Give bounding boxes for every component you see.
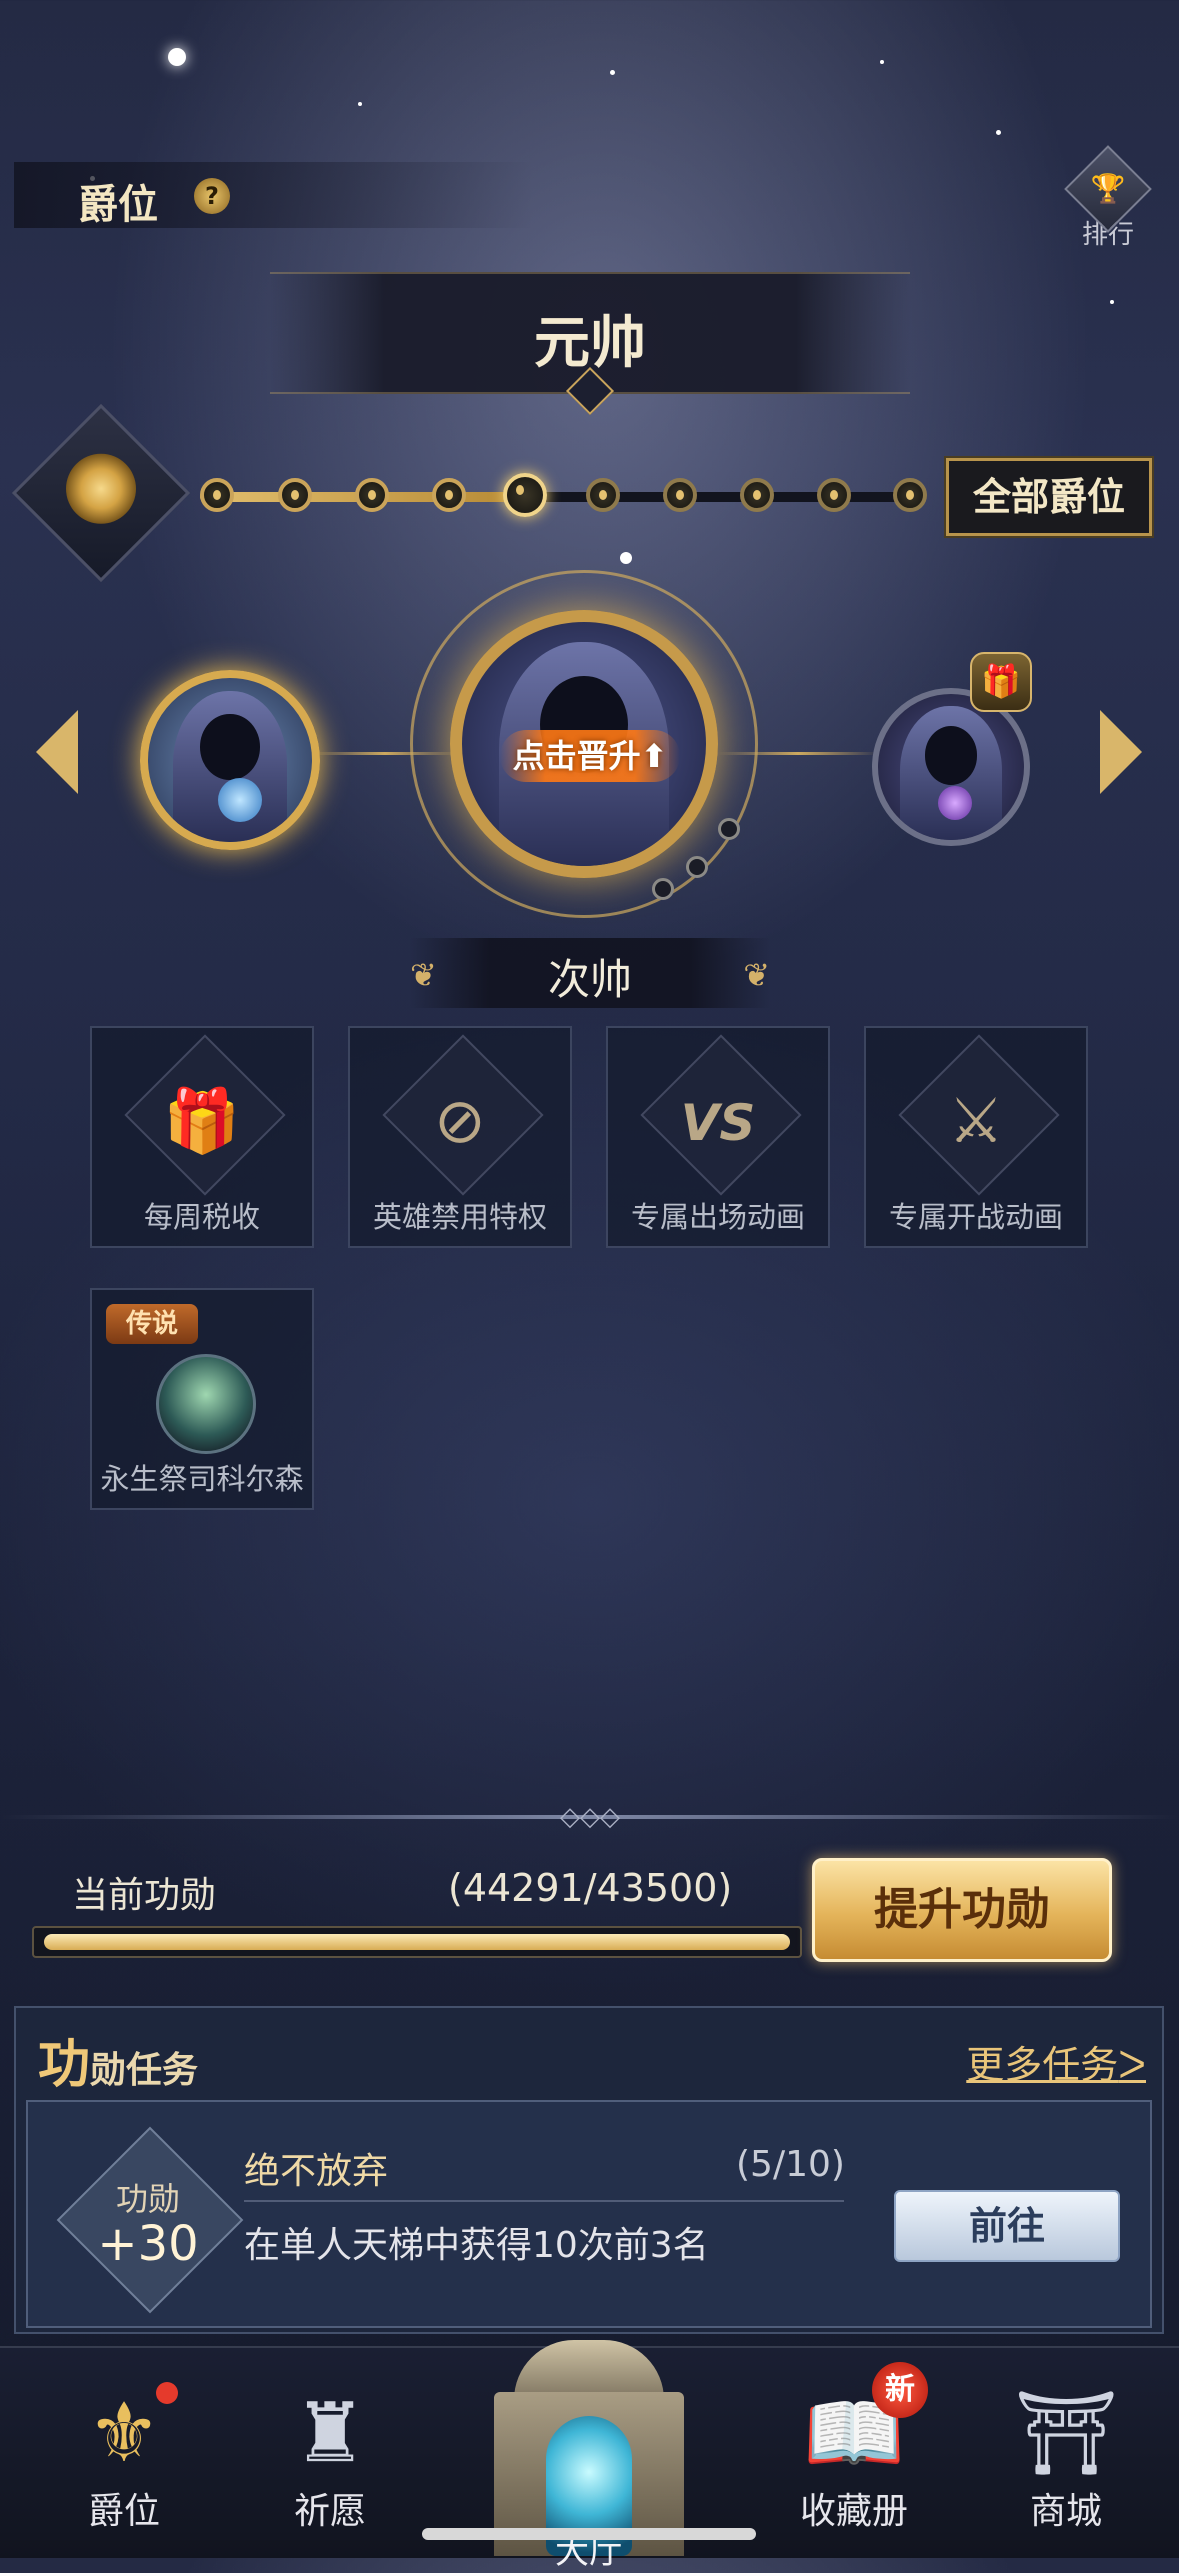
rank-name-plate: ❦ 次帅 ❦ — [410, 938, 770, 1008]
chevron-right-icon: ᐳ — [1118, 2043, 1146, 2087]
promote-label: 点击晋升 — [512, 737, 641, 775]
rank-node[interactable] — [200, 478, 234, 512]
nav-label: 爵位 — [87, 2491, 160, 2532]
more-tasks-label: 更多任务 — [966, 2043, 1119, 2087]
task-reward: 功勋 +30 — [56, 2126, 244, 2314]
task-go-button[interactable]: 前往 — [894, 2190, 1120, 2262]
rank-node[interactable] — [278, 478, 312, 512]
tasks-title-rest: 勋任务 — [90, 2050, 199, 2091]
star — [168, 48, 186, 66]
nav-label: 收藏册 — [799, 2491, 908, 2532]
perk-entrance-animation[interactable]: VS 专属出场动画 — [606, 1026, 830, 1248]
rank-emblem-icon: ⚜ — [87, 2386, 161, 2481]
star — [996, 130, 1001, 135]
perk-label: 英雄禁用特权 — [372, 1200, 547, 1234]
promote-button[interactable]: 点击晋升⬆ — [500, 730, 680, 782]
perk-weekly-tax[interactable]: 🎁 每周税收 — [90, 1026, 314, 1248]
star — [358, 102, 362, 106]
orb-icon — [938, 786, 972, 820]
hero-ban-icon: ⊘ — [434, 1084, 486, 1157]
merit-progress-fill — [44, 1934, 790, 1950]
star — [610, 70, 615, 75]
nav-label: 祈愿 — [293, 2491, 366, 2532]
all-ranks-button[interactable]: 全部爵位 — [944, 456, 1154, 538]
vs-icon: VS — [680, 1094, 756, 1152]
hall-roof — [514, 2340, 664, 2400]
nav-item-rank[interactable]: ⚜ 爵位 — [34, 2384, 214, 2534]
nav-label: 商城 — [1029, 2491, 1102, 2532]
merit-progress-bar — [32, 1926, 802, 1958]
hood-shadow — [924, 726, 978, 785]
perk-hero-skin[interactable]: 传说 永生祭司科尔森 — [90, 1288, 314, 1510]
step-dot — [718, 818, 740, 840]
perk-label: 专属开战动画 — [888, 1200, 1063, 1234]
rank-node[interactable] — [893, 478, 927, 512]
nav-item-hall[interactable]: 大厅 — [494, 2340, 684, 2572]
perk-hero-ban[interactable]: ⊘ 英雄禁用特权 — [348, 1026, 572, 1248]
perk-label: 永生祭司科尔森 — [100, 1462, 304, 1496]
rank-name: 次帅 — [547, 955, 632, 1004]
step-dot — [652, 878, 674, 900]
task-card: 功勋 +30 绝不放弃 (5/10) 在单人天梯中获得10次前3名 前往 — [26, 2100, 1152, 2328]
task-go-label: 前往 — [968, 2204, 1045, 2248]
section-title: 爵位 — [78, 182, 158, 228]
perk-label: 每周税收 — [143, 1200, 260, 1234]
gift-icon: 🎁 — [163, 1084, 241, 1157]
step-dot — [686, 856, 708, 878]
merit-label: 当前功勋 — [72, 1875, 217, 1916]
rank-node[interactable] — [663, 478, 697, 512]
rank-banner: 元帅 — [270, 272, 910, 416]
merit-value: (44291/43500) — [448, 1866, 733, 1910]
hero-portrait-icon — [156, 1354, 256, 1454]
shop-icon: ⛩ — [1013, 2386, 1119, 2481]
rank-progress-track — [200, 473, 927, 517]
tasks-title-big: 功 — [38, 2035, 91, 2095]
star — [880, 60, 884, 64]
nav-item-shop[interactable]: ⛩ 商城 — [976, 2384, 1156, 2534]
merit-tasks-panel: 功勋任务 更多任务ᐳ 功勋 +30 绝不放弃 (5/10) 在单人天梯中获得10… — [14, 2006, 1164, 2334]
wish-altar-icon: ♜ — [293, 2386, 367, 2481]
rank-target-icon[interactable] — [11, 403, 191, 583]
star — [620, 552, 632, 564]
task-divider — [244, 2200, 844, 2202]
rank-node[interactable] — [432, 478, 466, 512]
boost-merit-button[interactable]: 提升功勋 — [812, 1858, 1112, 1962]
star — [1110, 300, 1114, 304]
prev-rank-portrait[interactable] — [140, 670, 320, 850]
task-name: 绝不放弃 — [244, 2151, 389, 2192]
up-arrow-icon: ⬆ — [640, 737, 668, 775]
gift-icon[interactable]: 🎁 — [970, 652, 1032, 712]
notification-dot — [156, 2382, 178, 2404]
orb-icon — [218, 778, 262, 822]
rank-node-current[interactable] — [503, 473, 547, 517]
section-title-tab: 爵位 ? — [14, 162, 534, 228]
battle-icon: ⚔ — [948, 1084, 1004, 1157]
reward-label: 功勋 — [115, 2180, 180, 2218]
next-arrow-icon[interactable] — [1100, 710, 1142, 794]
tasks-title: 功勋任务 — [38, 2022, 198, 2097]
divider-ornament-icon: ◇◇◇ — [560, 1802, 620, 1832]
rank-node[interactable] — [355, 478, 389, 512]
laurel-right-icon: ❦ — [743, 956, 770, 994]
prev-arrow-icon[interactable] — [36, 710, 78, 794]
hood-shadow — [200, 714, 260, 780]
more-tasks-link[interactable]: 更多任务ᐳ — [966, 2034, 1146, 2089]
perk-label: 专属出场动画 — [630, 1200, 805, 1234]
help-icon[interactable]: ? — [194, 178, 230, 214]
legend-badge: 传说 — [106, 1304, 198, 1344]
rank-node[interactable] — [817, 478, 851, 512]
task-description: 在单人天梯中获得10次前3名 — [244, 2225, 709, 2266]
reward-value: +30 — [97, 2216, 199, 2272]
new-badge: 新 — [872, 2362, 928, 2418]
boost-merit-label: 提升功勋 — [874, 1884, 1050, 1935]
compass-icon — [66, 453, 136, 524]
rank-node[interactable] — [740, 478, 774, 512]
perk-battle-animation[interactable]: ⚔ 专属开战动画 — [864, 1026, 1088, 1248]
task-progress: (5/10) — [736, 2144, 845, 2185]
nav-item-wish[interactable]: ♜ 祈愿 — [240, 2384, 420, 2534]
all-ranks-label: 全部爵位 — [972, 475, 1125, 519]
rank-node[interactable] — [586, 478, 620, 512]
home-indicator[interactable] — [422, 2528, 756, 2540]
ranking-button[interactable]: 🏆 排行 — [1060, 145, 1156, 258]
